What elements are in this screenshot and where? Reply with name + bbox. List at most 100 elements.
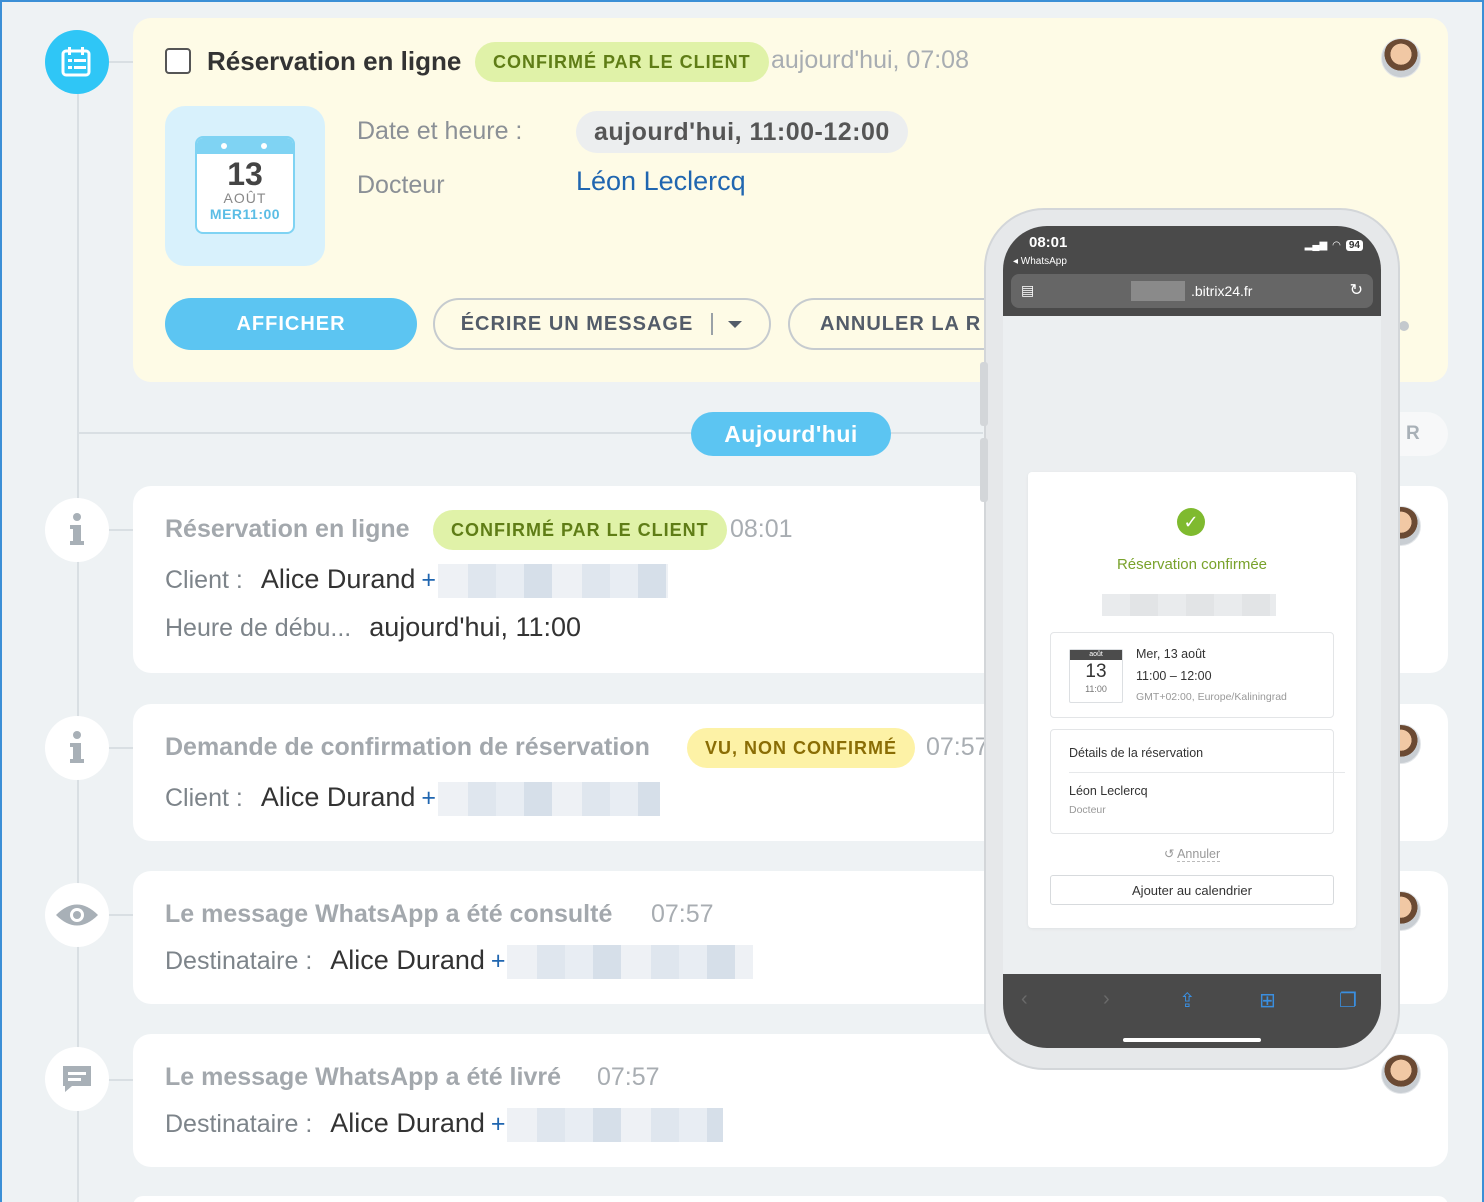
status-badge: CONFIRMÉ PAR LE CLIENT [475,42,769,82]
phone-status-bar: 08:01 ◂ WhatsApp ▂▄▆ ◠ 94 ▤ .bitrix24.fr… [1003,226,1381,316]
avatar[interactable] [1381,38,1421,78]
event-time: 08:01 [730,515,793,543]
check-icon: ✓ [1177,508,1205,536]
url-bar[interactable]: ▤ .bitrix24.fr ↻ [1011,274,1373,308]
client-line: Client : Alice Durand + [165,564,668,599]
back-arrow-icon[interactable]: ‹ [1021,988,1028,1011]
activity-time: aujourd'hui, 07:08 [771,46,969,74]
mini-calendar-icon: août 13 11:00 [1069,649,1123,703]
cancel-booking-button[interactable]: ANNULER LA R [788,298,1018,350]
recipient-name[interactable]: Alice Durand [330,1108,485,1138]
status-indicators: ▂▄▆ ◠ 94 [1305,240,1363,251]
bookmarks-icon[interactable]: ⊞ [1259,988,1276,1013]
phone-plus: + [490,947,506,975]
booking-title[interactable]: Réservation en ligne [207,46,461,77]
doctor-role: Docteur [1069,804,1106,816]
details-divider [1069,772,1345,773]
mini-cal-day: 13 [1085,661,1107,682]
frame-top [0,0,1484,2]
write-message-label: ÉCRIRE UN MESSAGE [460,312,694,335]
complete-checkbox[interactable] [165,48,191,74]
redacted-phone [507,1108,724,1143]
status-badge: VU, NON CONFIRMÉ [687,728,916,768]
back-to-whatsapp[interactable]: ◂ WhatsApp [1013,256,1067,267]
avatar[interactable] [1381,1054,1421,1094]
mini-cal-time: 11:00 [1085,684,1107,694]
phone-plus: + [421,784,436,812]
info-icon [45,498,109,562]
confirmed-text: Réservation confirmée [1116,556,1268,573]
reader-icon[interactable]: ▤ [1021,282,1034,299]
doctor-name: Léon Leclercq [1069,784,1148,798]
recipient-name[interactable]: Alice Durand [330,945,485,975]
doctor-link[interactable]: Léon Leclercq [576,166,746,197]
details-title: Détails de la réservation [1069,746,1204,760]
calendar-icon: 13 AOÛT MER11:00 [195,136,295,234]
time-line: 11:00 – 12:00 [1136,669,1212,683]
calendar-month: AOÛT [223,190,267,206]
status-time: 08:01 [1029,234,1068,251]
chat-icon [45,1047,109,1111]
more-dots-icon[interactable] [1399,321,1409,331]
date-value: aujourd'hui, 11:00-12:00 [576,111,908,153]
today-divider: Aujourd'hui [691,412,891,456]
client-name[interactable]: Alice Durand [261,782,416,812]
client-label: Client : [165,566,243,594]
calendar-tile: 13 AOÛT MER11:00 [165,106,325,266]
date-box: août 13 11:00 Mer, 13 août 11:00 – 12:00… [1050,632,1334,718]
timeline-line [77,60,79,1202]
booking-confirmation-card: ✓ Réservation confirmée août 13 11:00 Me… [1028,472,1356,928]
browser-toolbar: ‹ › ⇪ ⊞ ❐ [1003,974,1381,1048]
date-line: Mer, 13 août [1136,647,1206,661]
event-time: 07:57 [651,900,714,928]
event-title: Le message WhatsApp a été consulté [165,900,613,928]
reload-icon[interactable]: ↻ [1350,280,1363,300]
event-title: Demande de confirmation de réservation [165,733,650,761]
calendar-time: 11:00 [242,206,281,222]
calendar-weekday-time: MER11:00 [197,206,293,222]
phone-volume-button [980,438,988,502]
date-label: Date et heure : [357,117,523,145]
forward-arrow-icon[interactable]: › [1103,988,1110,1011]
event-time: 07:57 [597,1063,660,1091]
view-button[interactable]: AFFICHER [165,298,417,350]
redacted-phone [438,782,660,817]
home-indicator [1123,1038,1261,1042]
recipient-label: Destinataire : [165,1110,313,1138]
start-time-line: Heure de débu... aujourd'hui, 11:00 [165,612,581,643]
redacted-phone [438,564,668,599]
cancel-label: Annuler [1177,847,1221,862]
calendar-list-icon [45,30,109,94]
recipient-label: Destinataire : [165,947,313,975]
mini-cal-month: août [1070,650,1122,660]
calendar-weekday: MER [209,206,243,222]
eye-icon [45,883,109,947]
event-card-partial [133,1196,1448,1202]
redacted-subdomain [1131,281,1185,301]
add-to-calendar-button[interactable]: Ajouter au calendrier [1050,875,1334,905]
redacted-name [1102,594,1276,616]
chevron-down-icon[interactable] [727,313,743,336]
status-badge: CONFIRMÉ PAR LE CLIENT [433,510,727,550]
url-text: .bitrix24.fr [1191,283,1253,299]
phone-volume-button [980,362,988,426]
client-name[interactable]: Alice Durand [261,564,416,594]
write-message-button[interactable]: ÉCRIRE UN MESSAGE [433,298,771,350]
phone-screen: 08:01 ◂ WhatsApp ▂▄▆ ◠ 94 ▤ .bitrix24.fr… [1003,226,1381,1048]
client-label: Client : [165,784,243,812]
details-box: Détails de la réservation Léon Leclercq … [1050,729,1345,834]
signal-icon: ▂▄▆ [1304,240,1328,251]
start-time-label: Heure de débu... [165,614,352,642]
event-time: 07:57 [926,733,989,761]
doctor-label: Docteur [357,171,445,199]
tabs-icon[interactable]: ❐ [1339,988,1357,1013]
frame-left [0,0,2,1202]
wifi-icon: ◠ [1332,240,1341,251]
battery-icon: 94 [1345,240,1363,251]
event-title: Le message WhatsApp a été livré [165,1063,561,1091]
client-line: Client : Alice Durand + [165,782,660,817]
cancel-link[interactable]: ↺ Annuler [1028,846,1356,862]
recipient-line: Destinataire : Alice Durand + [165,945,754,980]
share-icon[interactable]: ⇪ [1179,988,1196,1013]
recipient-line: Destinataire : Alice Durand + [165,1108,724,1143]
